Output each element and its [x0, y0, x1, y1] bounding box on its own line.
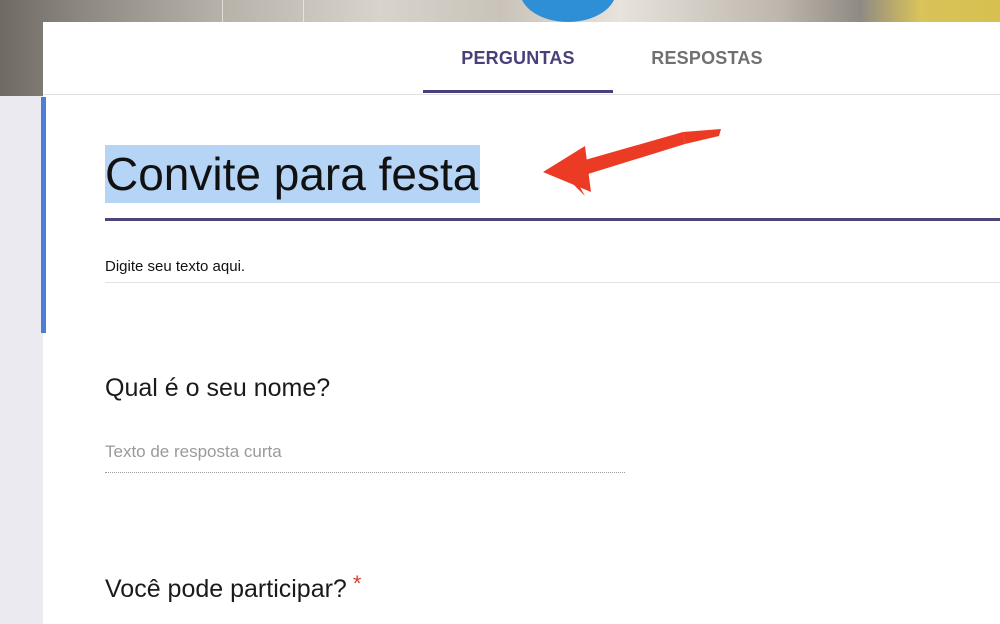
form-description-field[interactable]: Digite seu texto aqui. — [105, 258, 1000, 283]
question-title-attend[interactable]: Você pode participar? * — [105, 571, 361, 604]
form-card: PERGUNTAS RESPOSTAS Convite para festa D… — [41, 22, 1000, 624]
required-marker: * — [352, 571, 362, 596]
photo-detail — [222, 0, 304, 22]
left-gutter — [0, 96, 42, 624]
form-header-section[interactable]: Convite para festa Digite seu texto aqui… — [41, 95, 1000, 335]
short-answer-field: Texto de resposta curta — [105, 442, 625, 473]
form-title-selected-text: Convite para festa — [105, 145, 481, 203]
tabs-bar: PERGUNTAS RESPOSTAS — [43, 22, 1000, 95]
question-title-name[interactable]: Qual é o seu nome? — [105, 374, 330, 403]
active-section-indicator — [41, 97, 46, 333]
tab-responses[interactable]: RESPOSTAS — [647, 48, 767, 69]
tab-questions[interactable]: PERGUNTAS — [423, 48, 613, 69]
question-text: Você pode participar? — [105, 575, 347, 603]
balloon-shape — [520, 0, 616, 22]
red-arrow-annotation — [543, 129, 721, 196]
arrow-head — [543, 146, 591, 192]
arrow-tail — [683, 129, 721, 144]
active-tab-indicator — [423, 90, 613, 93]
